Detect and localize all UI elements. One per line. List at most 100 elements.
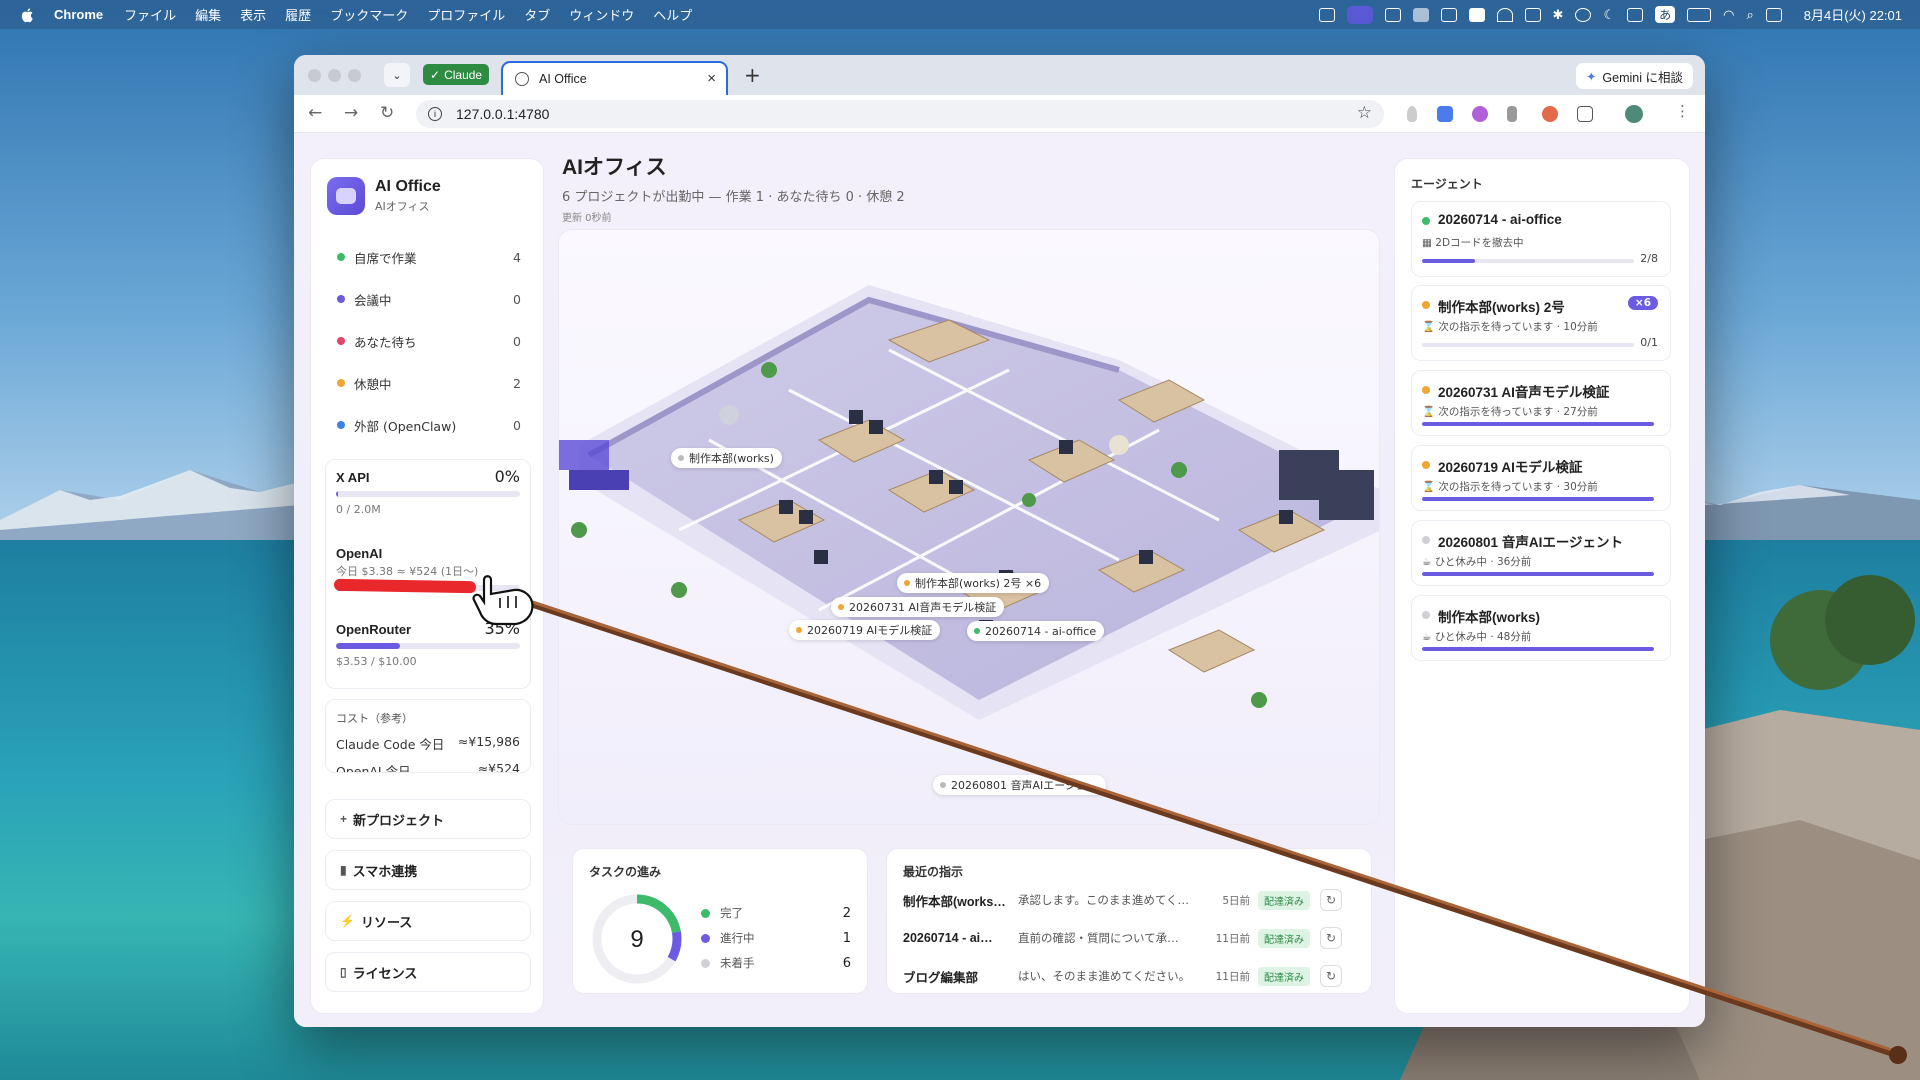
address-bar[interactable]: i 127.0.0.1:4780 ☆ bbox=[416, 100, 1384, 128]
gemini-button[interactable]: ✦ Gemini に相談 bbox=[1575, 63, 1693, 89]
task-label: 未着手 bbox=[720, 956, 755, 970]
triangle-icon[interactable] bbox=[1496, 7, 1513, 22]
window-minimize-button[interactable] bbox=[328, 69, 341, 82]
status-a-icon[interactable] bbox=[1468, 7, 1485, 22]
button-label: リソース bbox=[360, 914, 413, 930]
map-label-dot bbox=[974, 628, 980, 634]
display-icon[interactable] bbox=[1440, 7, 1457, 22]
menu-tab[interactable]: タブ bbox=[524, 5, 550, 24]
resend-icon[interactable]: ↻ bbox=[1320, 889, 1342, 911]
split-view-icon[interactable] bbox=[1627, 7, 1644, 22]
instruction-row[interactable]: 20260714 - ai… 直前の確認・質問について承… 11日前 配達済み ↻ bbox=[903, 923, 1359, 953]
status-row-waiting[interactable]: あなた待ち 0 bbox=[323, 324, 533, 358]
apple-icon[interactable] bbox=[20, 7, 36, 23]
antenna-icon[interactable] bbox=[1524, 7, 1541, 22]
site-info-icon[interactable]: i bbox=[428, 107, 442, 121]
reload-icon[interactable]: ↻ bbox=[380, 103, 394, 123]
task-progress-panel: タスクの進み 9 完了 2 進行中 1 未着手 6 bbox=[572, 848, 868, 994]
map-label-20260801[interactable]: 20260801 音声AIエージェ… bbox=[933, 775, 1107, 795]
forward-icon[interactable]: → bbox=[344, 103, 358, 123]
task-label: 完了 bbox=[720, 906, 743, 920]
status-dot bbox=[337, 421, 345, 429]
resend-icon[interactable]: ↻ bbox=[1320, 927, 1342, 949]
license-button[interactable]: ▯ ライセンス bbox=[325, 952, 531, 992]
search-icon[interactable]: ⌕ bbox=[1746, 7, 1753, 23]
menu-profile[interactable]: プロファイル bbox=[427, 5, 505, 24]
claude-extension-icon[interactable] bbox=[1542, 106, 1558, 122]
agent-card[interactable]: 制作本部(works) ☕ ひと休み中 · 48分前 bbox=[1411, 595, 1671, 661]
status-app-icon[interactable] bbox=[1318, 7, 1335, 22]
profile-avatar[interactable] bbox=[1625, 105, 1643, 123]
agent-card[interactable]: 20260731 AI音声モデル検証 ⌛ 次の指示を待っています · 27分前 bbox=[1411, 370, 1671, 436]
window-zoom-button[interactable] bbox=[348, 69, 361, 82]
screen-record-icon[interactable] bbox=[1346, 5, 1373, 24]
bookmark-star-icon[interactable]: ☆ bbox=[1357, 103, 1372, 123]
extensions-puzzle-icon[interactable] bbox=[1577, 106, 1593, 122]
input-method-icon[interactable]: あ bbox=[1655, 6, 1676, 23]
menu-app-name[interactable]: Chrome bbox=[54, 7, 103, 22]
translate-extension-icon[interactable] bbox=[1437, 106, 1453, 122]
tab-title: AI Office bbox=[539, 72, 587, 86]
tab-ai-office[interactable]: AI Office × bbox=[501, 61, 728, 95]
menu-file[interactable]: ファイル bbox=[124, 5, 176, 24]
instruction-row[interactable]: ブログ編集部 はい、そのまま進めてください。 11日前 配達済み ↻ bbox=[903, 961, 1359, 991]
agent-status-dot bbox=[1422, 217, 1430, 225]
map-label-20260731[interactable]: 20260731 AI音声モデル検証 bbox=[831, 597, 1005, 617]
status-row-external[interactable]: 外部 (OpenClaw) 0 bbox=[323, 408, 533, 442]
menu-edit[interactable]: 編集 bbox=[195, 5, 221, 24]
map-label-dot bbox=[678, 455, 684, 461]
new-tab-button[interactable]: + bbox=[744, 63, 761, 87]
play-icon[interactable] bbox=[1575, 7, 1592, 22]
window-close-button[interactable] bbox=[308, 69, 321, 82]
map-label-20260714[interactable]: 20260714 - ai-office bbox=[967, 621, 1105, 641]
microphone-icon[interactable] bbox=[1407, 106, 1417, 122]
check-icon: ✓ bbox=[430, 67, 441, 82]
menu-view[interactable]: 表示 bbox=[240, 5, 266, 24]
map-label-dot bbox=[940, 782, 946, 788]
agent-progress-fill bbox=[1422, 422, 1654, 426]
screenshot-icon[interactable] bbox=[1384, 7, 1401, 22]
map-label-text: 制作本部(works) 2号 ×6 bbox=[915, 577, 1042, 590]
wifi-icon[interactable]: ◠ bbox=[1723, 7, 1734, 23]
tab-search-button[interactable]: ⌄ bbox=[384, 63, 410, 87]
url-text[interactable]: 127.0.0.1:4780 bbox=[456, 106, 549, 122]
menu-bookmarks[interactable]: ブックマーク bbox=[330, 5, 408, 24]
back-icon[interactable]: ← bbox=[308, 103, 322, 123]
resources-button[interactable]: ⚡ リソース bbox=[325, 901, 531, 941]
extension-pen-icon[interactable] bbox=[1507, 106, 1517, 122]
phone-link-button[interactable]: ▮ スマホ連携 bbox=[325, 850, 531, 890]
control-center-icon[interactable] bbox=[1765, 7, 1782, 22]
resend-icon[interactable]: ↻ bbox=[1320, 965, 1342, 987]
tab-group-claude[interactable]: ✓ Claude bbox=[423, 64, 490, 85]
status-bar-icon[interactable] bbox=[1412, 7, 1429, 22]
map-label-works-2[interactable]: 制作本部(works) 2号 ×6 bbox=[897, 573, 1050, 593]
moon-icon[interactable]: ☾ bbox=[1603, 7, 1615, 23]
map-label-20260719[interactable]: 20260719 AIモデル検証 bbox=[789, 620, 941, 640]
menu-window[interactable]: ウィンドウ bbox=[569, 5, 634, 24]
status-row-break[interactable]: 休憩中 2 bbox=[323, 366, 533, 400]
usage-sub: 0 / 2.0M bbox=[336, 503, 381, 516]
bluetooth-icon[interactable]: ✱ bbox=[1553, 7, 1564, 23]
close-tab-icon[interactable]: × bbox=[707, 70, 716, 87]
menubar-clock[interactable]: 8月4日(火) 22:01 bbox=[1804, 5, 1902, 24]
agent-card[interactable]: 20260801 音声AIエージェント ☕ ひと休み中 · 36分前 bbox=[1411, 520, 1671, 586]
status-dot bbox=[337, 295, 345, 303]
battery-icon[interactable] bbox=[1687, 7, 1712, 22]
new-project-button[interactable]: + 新プロジェクト bbox=[325, 799, 531, 839]
instruction-row[interactable]: 制作本部(works… 承認します。このまま進めてく… 5日前 配達済み ↻ bbox=[903, 885, 1359, 915]
more-menu-icon[interactable]: ⋮ bbox=[1675, 102, 1690, 120]
task-total: 9 bbox=[630, 926, 643, 953]
status-row-meeting[interactable]: 会議中 0 bbox=[323, 282, 533, 316]
office-map[interactable]: 制作本部(works) 制作本部(works) 2号 ×6 20260731 A… bbox=[558, 229, 1380, 825]
extension-purple-icon[interactable] bbox=[1472, 106, 1488, 122]
agent-card[interactable]: 20260719 AIモデル検証 ⌛ 次の指示を待っています · 30分前 bbox=[1411, 445, 1671, 511]
instruction-project: 制作本部(works… bbox=[903, 894, 1006, 909]
menu-help[interactable]: ヘルプ bbox=[653, 5, 692, 24]
menu-history[interactable]: 履歴 bbox=[285, 5, 311, 24]
recent-instructions-panel: 最近の指示 制作本部(works… 承認します。このまま進めてく… 5日前 配達済み ↻… bbox=[886, 848, 1372, 994]
agent-card[interactable]: 20260714 - ai-office ▦ 2Dコードを撤去中 2/8 bbox=[1411, 201, 1671, 277]
map-label-works[interactable]: 制作本部(works) bbox=[671, 448, 782, 468]
agent-name: 20260801 音声AIエージェント bbox=[1438, 535, 1624, 550]
status-row-working[interactable]: 自席で作業 4 bbox=[323, 240, 533, 274]
agent-card[interactable]: 制作本部(works) 2号 ⌛ 次の指示を待っています · 10分前 0/1 ×6 bbox=[1411, 285, 1671, 361]
